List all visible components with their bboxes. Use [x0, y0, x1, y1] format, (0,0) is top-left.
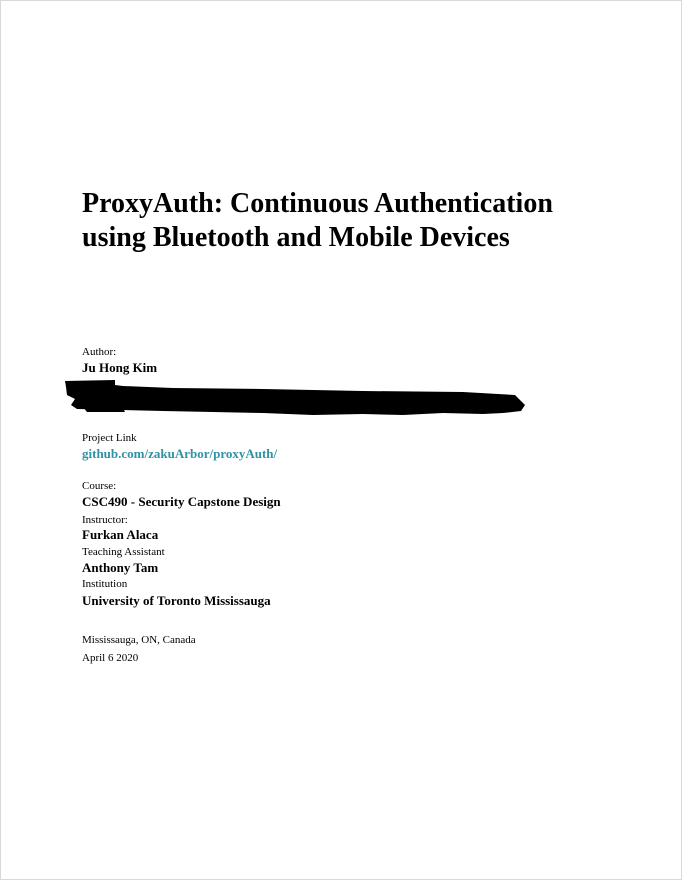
- institution-value: University of Toronto Mississauga: [82, 593, 271, 608]
- course-value: CSC490 - Security Capstone Design: [82, 494, 281, 509]
- course-label: Course:: [82, 480, 117, 492]
- title-line-1: ProxyAuth: Continuous Authentication: [82, 188, 553, 219]
- instructor-value: Furkan Alaca: [82, 527, 159, 542]
- author-name: Ju Hong Kim: [82, 360, 158, 375]
- project-link[interactable]: github.com/zakuArbor/proxyAuth/: [82, 446, 277, 461]
- instructor-label: Instructor:: [82, 514, 128, 526]
- document-title: ProxyAuth: Continuous Authentication usi…: [82, 187, 642, 255]
- title-line-2: using Bluetooth and Mobile Devices: [82, 222, 510, 253]
- project-link-container: github.com/zakuArbor/proxyAuth/: [82, 446, 277, 461]
- redaction-mark: [65, 380, 525, 415]
- location-text: Mississauga, ON, Canada: [82, 634, 196, 646]
- ta-label: Teaching Assistant: [82, 546, 165, 558]
- author-label: Author:: [82, 346, 117, 358]
- ta-value: Anthony Tam: [82, 560, 159, 575]
- document-page: ProxyAuth: Continuous Authentication usi…: [0, 0, 682, 880]
- project-link-label: Project Link: [82, 432, 137, 444]
- date-text: April 6 2020: [82, 652, 139, 664]
- institution-label: Institution: [82, 578, 128, 590]
